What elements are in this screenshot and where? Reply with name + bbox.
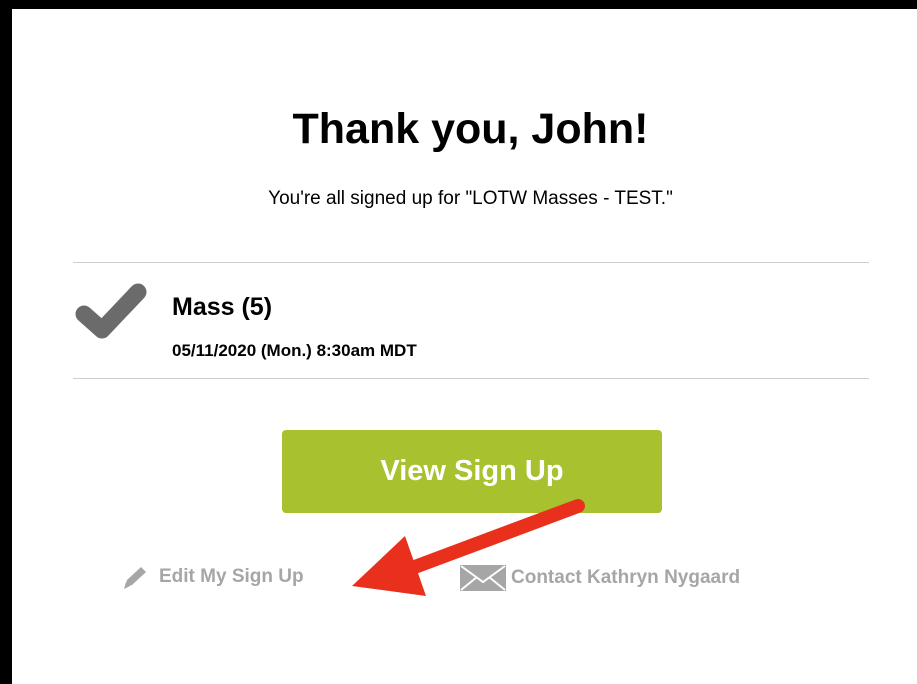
divider-top [73, 262, 869, 263]
view-sign-up-label: View Sign Up [380, 455, 564, 487]
edit-my-sign-up-label: Edit My Sign Up [159, 566, 304, 587]
checkmark-icon [75, 283, 147, 339]
signup-subtitle: You're all signed up for "LOTW Masses - … [268, 188, 673, 209]
slot-datetime: 05/11/2020 (Mon.) 8:30am MDT [172, 341, 417, 360]
pencil-icon [124, 567, 146, 589]
slot-title: Mass (5) [172, 293, 273, 321]
edit-my-sign-up-link[interactable]: Edit My Sign Up [121, 564, 304, 590]
divider-bottom [73, 378, 869, 379]
envelope-icon [460, 565, 506, 591]
contact-organizer-link[interactable]: Contact Kathryn Nygaard [459, 564, 740, 592]
contact-label: Contact Kathryn Nygaard [511, 567, 741, 588]
view-sign-up-button[interactable]: View Sign Up [282, 430, 662, 513]
page-title: Thank you, John! [292, 105, 649, 153]
